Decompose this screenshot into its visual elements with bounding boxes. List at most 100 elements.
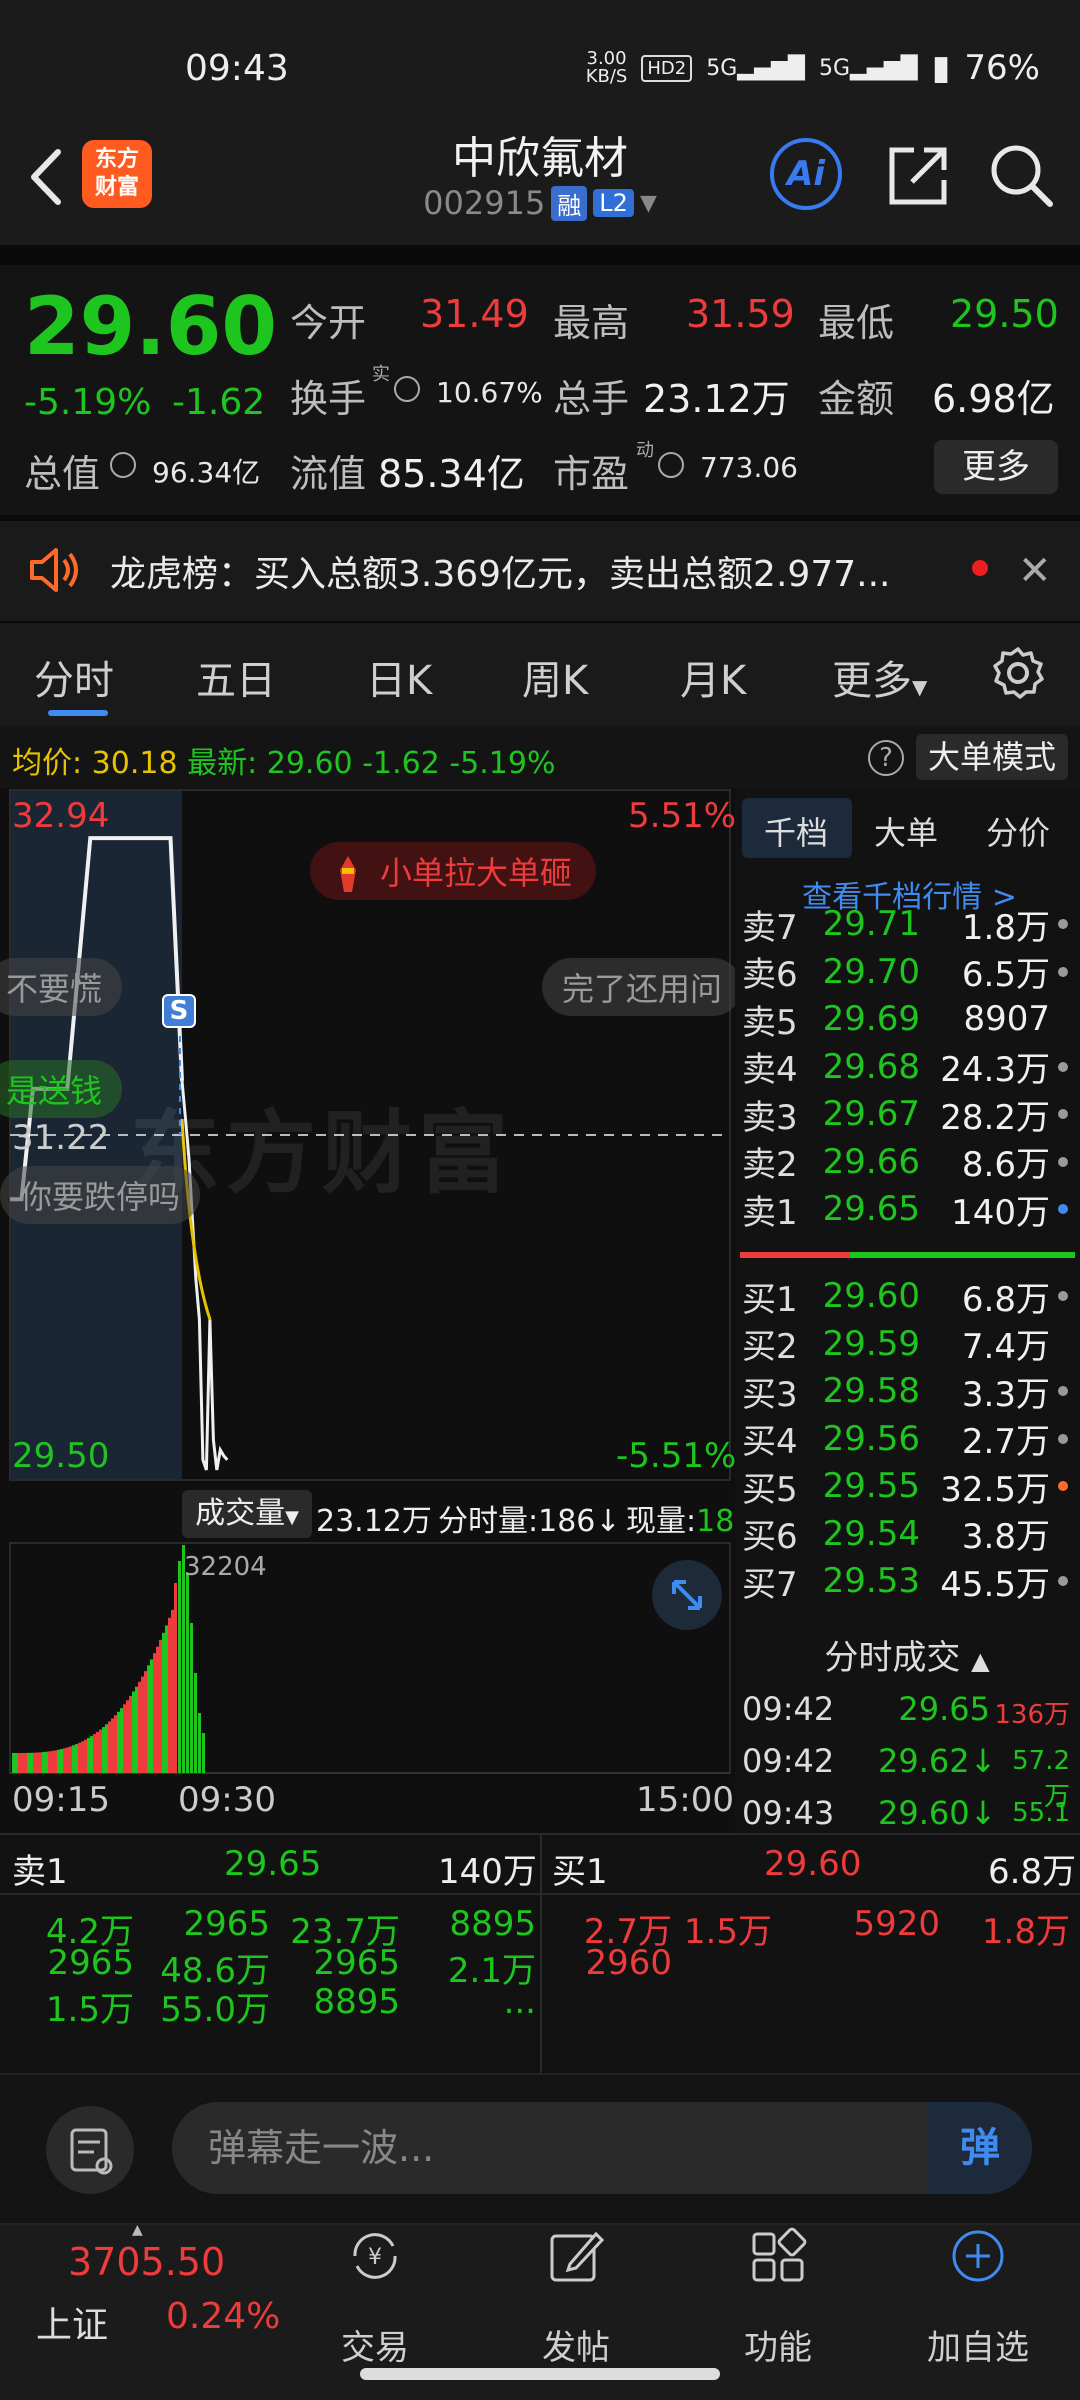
ask-row[interactable]: 卖2 29.66 8.6万	[742, 1138, 1072, 1186]
danmu-input[interactable]: 弹幕走一波...	[172, 2102, 1032, 2194]
ask-volume: 28.2万	[940, 1097, 1050, 1138]
volume-bar	[147, 1665, 150, 1773]
share-icon[interactable]	[884, 140, 954, 210]
hd-icon: HD2	[641, 54, 693, 82]
tab-depth[interactable]: 千档	[764, 808, 828, 854]
danmu-toggle[interactable]: 弹	[928, 2102, 1032, 2194]
signal-icon-2: 5G▂▄▆█	[818, 55, 918, 81]
chart-top-price: 32.94	[12, 796, 110, 836]
volume-bar	[156, 1646, 159, 1773]
ask-label: 卖1	[742, 1192, 798, 1233]
tab-big-orders[interactable]: 大单	[874, 808, 938, 854]
chevron-down-icon: ▼	[912, 675, 928, 699]
volume-bar	[123, 1704, 126, 1773]
note-icon[interactable]	[46, 2106, 134, 2194]
info-icon[interactable]	[658, 452, 684, 478]
nav-post[interactable]: 发帖	[496, 2320, 656, 2369]
index-value[interactable]: 3705.50	[68, 2240, 225, 2284]
sell-order-cell: 2965	[183, 1904, 270, 1944]
bid-row[interactable]: 买6 29.54 3.8万	[742, 1510, 1072, 1558]
bid-row[interactable]: 买2 29.59 7.4万	[742, 1320, 1072, 1368]
volume-bar	[33, 1752, 36, 1773]
volume-label: 总手	[553, 377, 630, 421]
tab-five-day[interactable]: 五日	[196, 648, 276, 706]
add-circle-icon[interactable]	[948, 2226, 1008, 2286]
danmu-bubble[interactable]: 你要跌停吗	[0, 1166, 201, 1224]
nav-add-watchlist[interactable]: 加自选	[898, 2320, 1058, 2369]
volume-bar	[36, 1752, 39, 1773]
nav-functions[interactable]: 功能	[698, 2320, 858, 2369]
minute-volume: 分时量:186↓	[438, 1504, 621, 1539]
ticks-title[interactable]: 分时成交 ▲	[742, 1630, 1072, 1679]
low-value: 29.50	[950, 292, 1059, 336]
bid-row[interactable]: 买7 29.53 45.5万	[742, 1557, 1072, 1605]
ask-row[interactable]: 卖3 29.67 28.2万	[742, 1090, 1072, 1138]
bid-price: 29.59	[822, 1323, 920, 1364]
volume-bar	[90, 1736, 93, 1773]
ask-label: 卖4	[742, 1050, 798, 1090]
sell-signal-badge[interactable]: S	[162, 994, 196, 1028]
volume-bar	[27, 1752, 30, 1773]
ask-row[interactable]: 卖1 29.65 140万	[742, 1185, 1072, 1233]
tab-price-distribution[interactable]: 分价	[986, 808, 1050, 854]
close-icon[interactable]: ✕	[1018, 548, 1052, 594]
bid-label: 买5	[742, 1469, 798, 1510]
news-text[interactable]: 龙虎榜：买入总额3.369亿元，卖出总额2.977...	[110, 545, 940, 597]
bid-row[interactable]: 买4 29.56 2.7万	[742, 1415, 1072, 1463]
ask-volume: 140万	[951, 1192, 1050, 1233]
ask-row[interactable]: 卖5 29.69 8907	[742, 995, 1072, 1043]
gear-icon[interactable]	[990, 645, 1046, 701]
volume-bar	[150, 1659, 153, 1773]
volume-bar	[117, 1711, 120, 1773]
sell-order-cell: 1.5万	[45, 1990, 134, 2030]
volume-bar	[48, 1751, 51, 1773]
index-name[interactable]: 上证	[36, 2296, 108, 2348]
info-icon[interactable]	[394, 376, 420, 402]
detail-buy-price: 29.60	[764, 1844, 862, 1884]
index-change[interactable]: 0.24%	[166, 2296, 280, 2337]
bid-row[interactable]: 买3 29.58 3.3万	[742, 1367, 1072, 1415]
ask-label: 卖3	[742, 1097, 798, 1138]
tab-weekly-k[interactable]: 周K	[522, 648, 588, 706]
help-icon[interactable]: ?	[868, 740, 904, 776]
indicator-selector[interactable]: 成交量▼	[182, 1490, 312, 1538]
danmu-bubble[interactable]: 不要慌	[0, 958, 123, 1016]
volume-bar	[75, 1744, 78, 1773]
tab-intraday[interactable]: 分时	[34, 648, 114, 706]
bid-row[interactable]: 买5 29.55 32.5万	[742, 1462, 1072, 1510]
tab-daily-k[interactable]: 日K	[366, 648, 432, 706]
volume-bar	[190, 1623, 193, 1773]
bid-label: 买6	[742, 1517, 798, 1557]
turnover-label: 换手	[290, 377, 367, 421]
volume-bar	[153, 1653, 156, 1773]
danmu-bubble[interactable]: 是送钱	[0, 1060, 123, 1118]
float-cap-label: 流值	[290, 452, 367, 496]
big-order-mode-button[interactable]: 大单模式	[916, 734, 1068, 780]
intraday-chart-svg	[9, 789, 731, 1774]
nav-trade[interactable]: 交易	[295, 2320, 455, 2369]
high-label: 最高	[553, 301, 630, 345]
trade-icon[interactable]: ¥	[345, 2226, 405, 2286]
more-button[interactable]: 更多	[934, 440, 1058, 494]
search-icon[interactable]	[986, 140, 1056, 210]
danmu-bubble[interactable]: 完了还用问	[542, 958, 743, 1016]
sell-order-cell: 8895	[449, 1904, 536, 1944]
tab-monthly-k[interactable]: 月K	[680, 648, 746, 706]
time-end: 15:00	[636, 1780, 734, 1820]
expand-icon[interactable]	[652, 1560, 722, 1630]
sell-order-cell: 8895	[313, 1982, 400, 2022]
info-icon[interactable]	[110, 452, 136, 478]
ai-button[interactable]: Ai	[770, 138, 842, 210]
ask-row[interactable]: 卖4 29.68 24.3万	[742, 1043, 1072, 1091]
bid-row[interactable]: 买1 29.60 6.8万	[742, 1272, 1072, 1320]
open-value: 31.49	[420, 292, 529, 336]
compose-icon[interactable]	[546, 2226, 606, 2286]
volume-bar	[178, 1561, 181, 1773]
ask-row[interactable]: 卖7 29.71 1.8万	[742, 900, 1072, 948]
apps-icon[interactable]	[748, 2226, 808, 2286]
volume-bar	[186, 1573, 189, 1773]
tab-more[interactable]: 更多▼	[832, 648, 927, 706]
bid-label: 买7	[742, 1564, 798, 1605]
ask-row[interactable]: 卖6 29.70 6.5万	[742, 948, 1072, 996]
volume-bar	[111, 1718, 114, 1773]
